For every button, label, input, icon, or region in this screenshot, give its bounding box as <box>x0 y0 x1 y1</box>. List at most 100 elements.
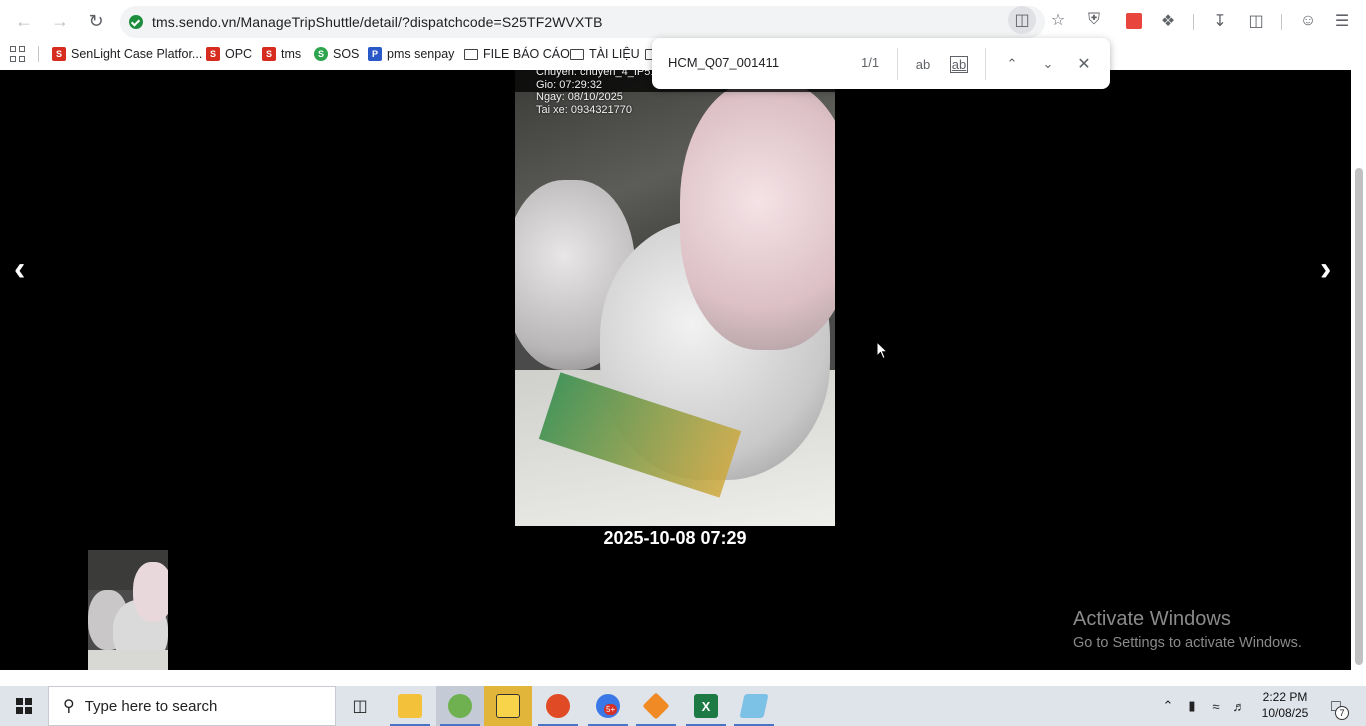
taskbar-excel[interactable]: X <box>682 686 730 726</box>
wifi-icon[interactable]: ≈ <box>1206 696 1226 716</box>
image-viewer: ‹ › Chuyen: chuyen_4_IP51U Gio: 07:29:32… <box>0 70 1351 670</box>
clock-time: 2:22 PM <box>1262 690 1308 704</box>
excel-icon: X <box>694 694 718 718</box>
match-case-button[interactable]: ab <box>910 51 936 77</box>
search-placeholder: Type here to search <box>84 697 218 715</box>
bookmark-file-bao-cao[interactable]: FILE BÁO CÁO <box>464 45 570 63</box>
photo-bag <box>680 80 835 350</box>
overlay-line: Chuyen: chuyen_4_IP51U <box>536 70 665 78</box>
start-button[interactable] <box>0 686 48 726</box>
bookmark-label: SOS <box>333 47 360 61</box>
taskbar-app-notepad[interactable] <box>730 686 778 726</box>
opc-favicon-icon: S <box>206 47 220 61</box>
profile-icon[interactable]: ☺ <box>1294 7 1322 35</box>
taskbar-chrome[interactable]: 5+ <box>584 686 632 726</box>
bookmark-label: SenLight Case Platfor... <box>71 47 203 61</box>
prev-image-arrow[interactable]: ‹ <box>14 252 25 286</box>
match-case-label: ab <box>915 56 931 72</box>
extension-chart-icon[interactable] <box>1120 7 1148 35</box>
whole-word-label: ab <box>949 55 969 73</box>
app-circle-icon <box>546 694 570 718</box>
bookmark-label: FILE BÁO CÁO <box>483 47 570 61</box>
scrollbar-thumb[interactable] <box>1355 168 1363 665</box>
bookmark-sos[interactable]: S SOS <box>314 45 359 63</box>
pms-favicon-icon: P <box>368 47 382 61</box>
find-in-page-icon[interactable]: ◫ <box>1008 6 1036 34</box>
watermark-subtitle: Go to Settings to activate Windows. <box>1073 635 1302 651</box>
taskbar-search[interactable]: ⚲ Type here to search <box>48 686 336 726</box>
bookmark-senlight[interactable]: S SenLight Case Platfor... <box>52 45 202 63</box>
toolbar-divider <box>1281 14 1282 30</box>
find-input[interactable]: HCM_Q07_001411 <box>668 55 779 70</box>
find-bar: HCM_Q07_001411 1/1 ab ab ⌃ ⌄ ✕ <box>652 38 1110 89</box>
tray-chevron-up-icon[interactable]: ⌃ <box>1158 696 1178 716</box>
find-next-chevron-down-icon[interactable]: ⌄ <box>1035 51 1061 77</box>
toolbar-divider <box>1193 14 1194 30</box>
download-icon[interactable]: ↧ <box>1206 7 1234 35</box>
main-photo: Chuyen: chuyen_4_IP51U Gio: 07:29:32 Nga… <box>515 70 835 526</box>
app-orange-icon <box>642 692 670 720</box>
folder-icon <box>570 48 584 60</box>
overlay-line: Ngay: 08/10/2025 <box>536 91 623 103</box>
taskbar-app-orange[interactable] <box>632 686 680 726</box>
bookmark-label: TÀI LIỆU <box>589 47 640 61</box>
find-close-icon[interactable]: ✕ <box>1071 51 1097 77</box>
site-info-icon[interactable] <box>129 15 143 29</box>
reload-button[interactable]: ↻ <box>78 3 114 39</box>
watermark-title: Activate Windows <box>1073 608 1231 630</box>
bookmark-label: tms <box>281 47 302 61</box>
volume-icon[interactable]: ♬ <box>1229 696 1249 716</box>
notification-count-badge: 7 <box>1335 706 1349 720</box>
taskbar-file-explorer[interactable] <box>386 686 434 726</box>
tms-favicon-icon: S <box>262 47 276 61</box>
menu-icon[interactable]: ☰ <box>1328 7 1356 35</box>
battery-icon[interactable]: ▮ <box>1182 696 1202 716</box>
activate-windows-watermark: Activate Windows Go to Settings to activ… <box>1073 608 1302 651</box>
clock-date: 10/08/25 <box>1261 706 1309 720</box>
senlight-favicon-icon: S <box>52 47 66 61</box>
find-divider <box>985 48 986 80</box>
folder-icon <box>464 48 478 60</box>
taskbar-clock[interactable]: 2:22 PM 10/08/25 <box>1254 689 1316 721</box>
photo-overlay-text: Chuyen: chuyen_4_IP51U Gio: 07:29:32 Nga… <box>536 70 664 116</box>
url-text: tms.sendo.vn/ManageTripShuttle/detail/?d… <box>152 14 603 30</box>
whole-word-button[interactable]: ab <box>946 51 972 77</box>
page-bottom-strip <box>0 670 1366 686</box>
task-view-button[interactable]: ◫ <box>336 686 384 726</box>
page-scrollbar[interactable] <box>1351 70 1366 670</box>
chrome-icon <box>448 694 472 718</box>
windows-taskbar: ⚲ Type here to search ◫ 5+ X ⌃ ▮ ≈ ♬ 2:2… <box>0 686 1366 726</box>
bookmark-star-icon[interactable]: ☆ <box>1044 6 1072 34</box>
shield-extension-icon[interactable]: ⛨ <box>1080 6 1108 34</box>
taskbar-chrome-profile[interactable] <box>436 686 484 726</box>
file-explorer-icon <box>398 694 422 718</box>
bookmark-pms-senpay[interactable]: P pms senpay <box>368 45 454 63</box>
overlay-line: Gio: 07:29:32 <box>536 78 603 91</box>
forward-button[interactable]: → <box>42 3 78 39</box>
search-icon: ⚲ <box>63 698 75 715</box>
side-panel-icon[interactable]: ◫ <box>1242 7 1270 35</box>
bookmark-opc[interactable]: S OPC <box>206 45 252 63</box>
sticky-notes-icon <box>496 694 520 718</box>
bookmark-tms[interactable]: S tms <box>262 45 301 63</box>
bookmark-tai-lieu[interactable]: TÀI LIỆU <box>570 45 640 63</box>
taskbar-sticky-notes[interactable] <box>484 686 532 726</box>
bookmark-label: pms senpay <box>387 47 455 61</box>
address-bar[interactable]: tms.sendo.vn/ManageTripShuttle/detail/?d… <box>120 6 1045 38</box>
windows-logo-icon <box>16 698 32 714</box>
overlay-line: Tai xe: 0934321770 <box>536 103 633 116</box>
find-divider <box>897 48 898 80</box>
bookmark-label: OPC <box>225 47 253 61</box>
back-button[interactable]: ← <box>6 3 42 39</box>
next-image-arrow[interactable]: › <box>1320 252 1331 286</box>
find-match-count: 1/1 <box>861 55 880 70</box>
thumbnail-image[interactable] <box>88 550 168 670</box>
bookmarks-divider <box>38 46 39 62</box>
taskbar-app-circle[interactable] <box>534 686 582 726</box>
extensions-puzzle-icon[interactable]: ❖ <box>1154 7 1182 35</box>
find-previous-chevron-up-icon[interactable]: ⌃ <box>999 51 1025 77</box>
apps-grid-icon[interactable] <box>10 46 26 62</box>
task-view-icon: ◫ <box>352 698 368 715</box>
chrome-badge: 5+ <box>604 704 618 715</box>
sos-favicon-icon: S <box>314 47 328 61</box>
